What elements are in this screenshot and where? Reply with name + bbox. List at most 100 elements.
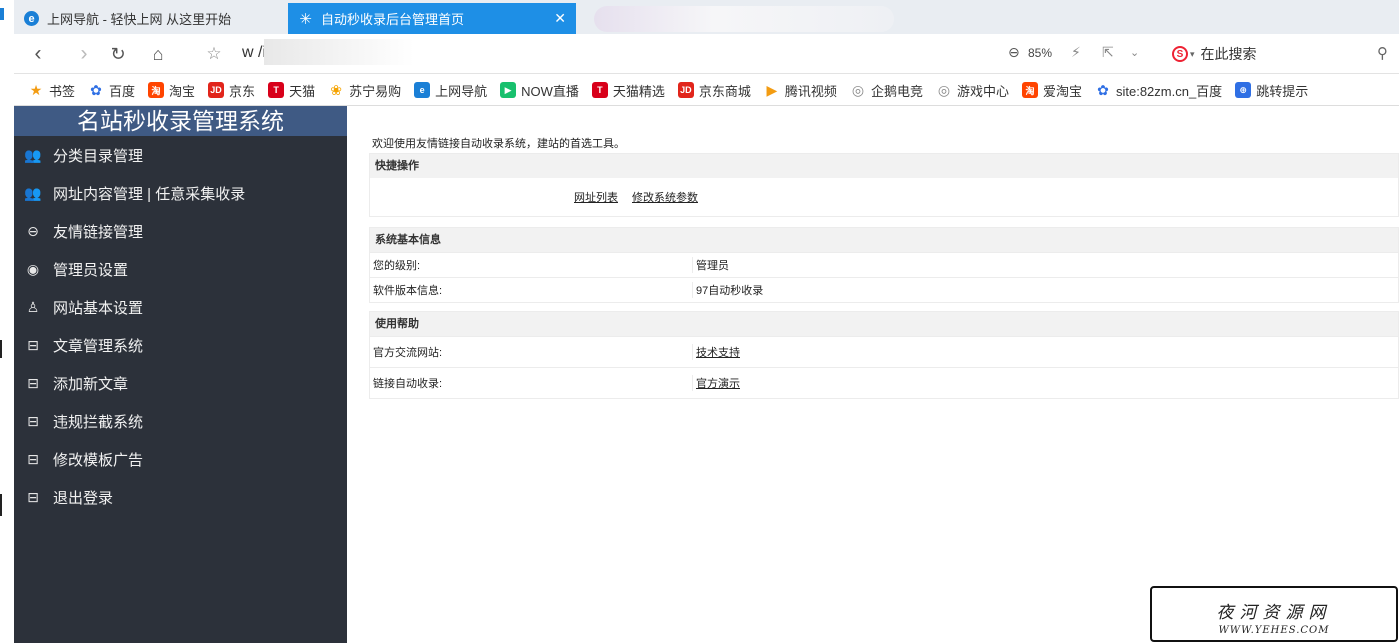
tab-title: 上网导航 - 轻快上网 从这里开始 [47, 12, 232, 27]
sidebar-item[interactable]: ⊖ 友情链接管理 [14, 212, 347, 250]
box-icon: ⊟ [27, 336, 39, 353]
blurred-url-area [264, 39, 414, 65]
home-icon[interactable]: ⌂ [144, 40, 172, 68]
bookmark-label: 百度 [109, 83, 136, 99]
bookmark-item[interactable]: ◎ 游戏中心 [936, 81, 1009, 100]
sidebar-item[interactable]: ⊟ 退出登录 [14, 478, 347, 516]
star-icon: ★ [29, 81, 43, 98]
sidebar-title: 名站秒收录管理系统 [14, 106, 347, 136]
search-icon[interactable]: ⚲ [1377, 44, 1388, 62]
bookmark-item[interactable]: ★ 书签 [28, 81, 75, 100]
taobao-icon: 淘 [1021, 82, 1038, 98]
sidebar-item-label: 网站基本设置 [53, 299, 144, 317]
quick-actions-panel: 快捷操作 网址列表 修改系统参数 [369, 153, 1399, 217]
back-icon[interactable]: ‹ [24, 40, 52, 68]
bookmark-item[interactable]: ✿ site:82zm.cn_百度 [1095, 81, 1222, 100]
bookmark-item[interactable]: ▶ 腾讯视频 [764, 81, 837, 100]
sidebar-item[interactable]: ⊟ 修改模板广告 [14, 440, 347, 478]
panel-header: 快捷操作 [370, 154, 1398, 178]
sidebar-item[interactable]: ⊟ 文章管理系统 [14, 326, 347, 364]
bookmark-item[interactable]: 淘爱淘宝 [1021, 81, 1082, 100]
snowflake-icon: ✳ [299, 10, 312, 28]
sidebar-item-label: 分类目录管理 [53, 147, 144, 165]
link-url-list[interactable]: 网址列表 [574, 189, 618, 205]
bookmark-item[interactable]: 淘淘宝 [148, 81, 195, 100]
bookmark-item[interactable]: ◎ 企鹅电竞 [850, 81, 923, 100]
sidebar-item[interactable]: 👥 分类目录管理 [14, 136, 347, 174]
bookmark-label: 上网导航 [435, 83, 488, 99]
box-icon: ⊟ [27, 488, 39, 505]
bookmark-label: site:82zm.cn_百度 [1115, 83, 1223, 99]
tab-admin-home[interactable]: ✳ 自动秒收录后台管理首页 ✕ [288, 3, 576, 34]
sidebar-item[interactable]: ♙ 网站基本设置 [14, 288, 347, 326]
sidebar-item[interactable]: ⊟ 添加新文章 [14, 364, 347, 402]
bookmark-item[interactable]: JD 京东商城 [677, 81, 751, 100]
tab-navigation[interactable]: e 上网导航 - 轻快上网 从这里开始 [14, 3, 288, 34]
panel-header: 系统基本信息 [370, 228, 1398, 252]
bookmark-label: 企鹅电竞 [870, 83, 923, 99]
bookmark-item[interactable]: ⊕ 跳转提示 [1235, 81, 1308, 100]
bookmark-item[interactable]: ✿ 百度 [88, 81, 135, 100]
row-key: 官方交流网站: [370, 344, 693, 360]
watermark-logo: 夜河资源网 WWW.YEHES.COM [1150, 586, 1398, 642]
bookmark-label: 京东 [229, 83, 256, 99]
share-icon[interactable]: ⇱ [1102, 44, 1114, 61]
sidebar-item[interactable]: ⊟ 违规拦截系统 [14, 402, 347, 440]
table-row: 您的级别: 管理员 [370, 252, 1398, 277]
jd-icon: JD [677, 82, 694, 98]
user-badge-icon: ♙ [26, 298, 40, 315]
tab-bar: e 上网导航 - 轻快上网 从这里开始 ✳ 自动秒收录后台管理首页 ✕ [14, 0, 1399, 34]
ie-e-icon: e [414, 82, 431, 98]
row-key: 软件版本信息: [370, 282, 693, 298]
sidebar-item-label: 网址内容管理 | 任意采集收录 [53, 185, 246, 203]
sogou-icon: S [1172, 46, 1188, 62]
sidebar-item-label: 友情链接管理 [53, 223, 144, 241]
link-system-params[interactable]: 修改系统参数 [632, 189, 698, 205]
sidebar-item[interactable]: ◉ 管理员设置 [14, 250, 347, 288]
box-icon: ⊟ [27, 412, 39, 429]
row-key: 链接自动收录: [370, 375, 693, 391]
play-icon: ▶ [766, 81, 778, 98]
desktop-edge [0, 0, 14, 643]
bookmark-label: 跳转提示 [1256, 83, 1309, 99]
bookmark-item[interactable]: ❀ 苏宁易购 [328, 81, 401, 100]
star-outline-icon[interactable]: ☆ [200, 40, 228, 68]
taobao-icon: 淘 [148, 82, 165, 98]
row-value: 97自动秒收录 [696, 285, 764, 297]
globe-icon: ◎ [851, 81, 865, 98]
system-info-panel: 系统基本信息 您的级别: 管理员 软件版本信息: 97自动秒收录 [369, 227, 1399, 303]
jd-icon: JD [208, 82, 225, 98]
bookmark-label: 天猫精选 [612, 83, 665, 99]
close-icon[interactable]: ✕ [554, 10, 566, 27]
sidebar: 名站秒收录管理系统 👥 分类目录管理 👥 网址内容管理 | 任意采集收录 ⊖ 友情链接管理… [14, 106, 347, 643]
baidu-paw-icon: ✿ [90, 81, 102, 98]
table-row: 软件版本信息: 97自动秒收录 [370, 277, 1398, 302]
help-panel: 使用帮助 官方交流网站: 技术支持 链接自动收录: 官方演示 [369, 311, 1399, 399]
sidebar-item[interactable]: 👥 网址内容管理 | 任意采集收录 [14, 174, 347, 212]
suning-icon: ❀ [330, 81, 342, 98]
welcome-text: 欢迎使用友情链接自动收录系统，建站的首选工具。 [372, 138, 625, 150]
bag-icon: ⊖ [27, 222, 39, 239]
zoom-level[interactable]: 85% [1028, 46, 1052, 60]
watermark-url: WWW.YEHES.COM [1218, 625, 1330, 636]
sidebar-item-label: 文章管理系统 [53, 337, 144, 355]
forward-icon[interactable]: › [70, 40, 98, 68]
bookmark-label: NOW直播 [521, 83, 579, 99]
link-official-demo[interactable]: 官方演示 [696, 378, 740, 390]
link-tech-support[interactable]: 技术支持 [696, 347, 740, 359]
bookmark-label: 天猫 [289, 83, 316, 99]
bookmark-item[interactable]: JD 京东 [208, 81, 255, 100]
search-box[interactable]: S ▾ 在此搜索 ⚲ [1172, 41, 1394, 67]
sidebar-item-label: 添加新文章 [53, 375, 129, 393]
sidebar-item-label: 修改模板广告 [53, 451, 144, 469]
lightning-icon[interactable]: ⚡ [1071, 44, 1081, 61]
chevron-down-icon[interactable]: ⌄ [1130, 46, 1139, 59]
bookmark-item[interactable]: T 天猫精选 [591, 81, 665, 100]
bookmark-item[interactable]: ▶ NOW直播 [500, 81, 579, 100]
zoom-icon[interactable]: ⊖ [1008, 44, 1020, 61]
bookmark-item[interactable]: T 天猫 [268, 81, 315, 100]
bookmark-item[interactable]: e 上网导航 [414, 81, 487, 100]
refresh-icon[interactable]: ↻ [104, 40, 132, 68]
search-input[interactable]: 在此搜索 [1201, 44, 1257, 64]
panel-header: 使用帮助 [370, 312, 1398, 336]
